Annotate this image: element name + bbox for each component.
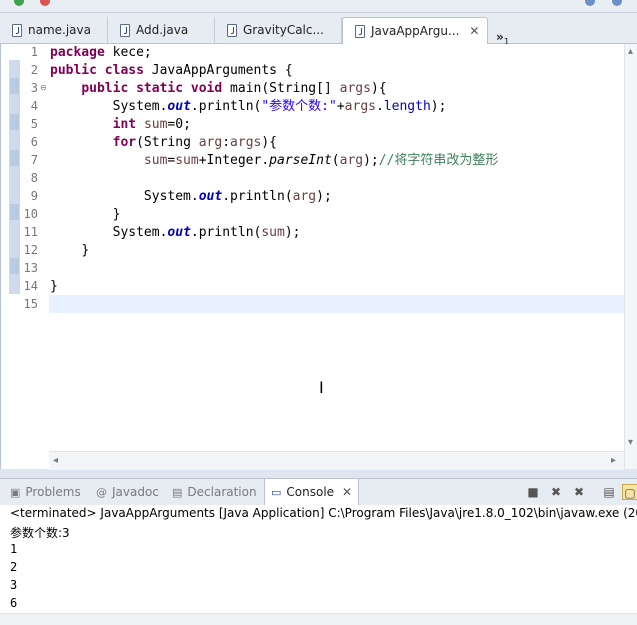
- tab-label: Problems: [25, 485, 81, 499]
- line-number: 13: [23, 261, 38, 275]
- tab-add-java[interactable]: Add.java: [108, 17, 215, 43]
- window-top-strip: [0, 0, 637, 13]
- ruler-marker: [10, 204, 19, 220]
- stop-icon[interactable]: ■: [525, 484, 541, 500]
- line-number: 9: [30, 189, 38, 203]
- code-line: for(String arg:args){: [112, 135, 278, 150]
- line-number: 12: [23, 243, 38, 257]
- scroll-left-icon[interactable]: ◂: [53, 455, 58, 466]
- close-icon[interactable]: ✕: [342, 485, 352, 499]
- code-line: package kece;: [50, 45, 152, 60]
- tab-label: GravityCalc...: [243, 23, 324, 37]
- line-number: 3: [30, 81, 38, 95]
- chevron-right-icon: »: [496, 30, 504, 44]
- code-line: public class JavaAppArguments {: [50, 63, 293, 78]
- close-icon[interactable]: ✕: [469, 24, 479, 38]
- ruler-marker: [10, 78, 19, 94]
- toolbar-icon[interactable]: [612, 0, 622, 6]
- tab-javadoc[interactable]: @ Javadoc: [96, 479, 159, 505]
- line-number: 2: [30, 63, 38, 77]
- tab-label: Console: [286, 485, 335, 499]
- tab-label: Add.java: [136, 23, 189, 37]
- tab-label: JavaAppArgu...: [371, 24, 460, 38]
- tab-label: Javadoc: [112, 485, 159, 499]
- editor-vertical-scrollbar[interactable]: ▴ ▾: [624, 44, 637, 469]
- toolbar-icon[interactable]: [585, 0, 595, 6]
- console-icon: ▭: [271, 485, 282, 499]
- code-line: System.out.println("参数个数:"+args.length);: [112, 99, 447, 114]
- console-header: <terminated> JavaAppArguments [Java Appl…: [10, 506, 637, 520]
- line-number: 15: [23, 297, 38, 311]
- at-icon: @: [96, 485, 107, 499]
- tab-name-java[interactable]: name.java: [0, 17, 108, 43]
- code-line: System.out.println(sum);: [112, 225, 301, 240]
- console-line: 参数个数:3: [10, 526, 70, 540]
- debug-icon[interactable]: [40, 0, 50, 6]
- tab-label: name.java: [28, 23, 91, 37]
- remove-all-terminated-icon[interactable]: ✖: [571, 484, 587, 500]
- line-number: 5: [30, 117, 38, 131]
- editor-horizontal-scrollbar[interactable]: ◂ ▸: [49, 451, 624, 470]
- clear-console-icon[interactable]: ▤: [601, 484, 617, 500]
- scroll-up-icon[interactable]: ▴: [628, 46, 633, 57]
- console-line: 2: [10, 560, 18, 574]
- code-line: }: [50, 279, 58, 294]
- scroll-right-icon[interactable]: ▸: [611, 455, 616, 466]
- line-number: 1: [30, 45, 38, 59]
- console-line: 6: [10, 596, 18, 610]
- code-line: System.out.println(arg);: [143, 189, 332, 204]
- line-number: 14: [23, 279, 38, 293]
- code-line: public static void main(String[] args){: [81, 81, 387, 96]
- line-number: 11: [23, 225, 38, 239]
- current-line-highlight: [49, 295, 624, 313]
- code-line: sum=sum+Integer.parseInt(arg);//将字符串改为整形: [143, 153, 499, 168]
- scroll-lock-icon[interactable]: ▢: [622, 484, 637, 500]
- console-output[interactable]: <terminated> JavaAppArguments [Java Appl…: [0, 505, 637, 625]
- declaration-icon: ▤: [172, 485, 183, 499]
- tab-problems[interactable]: ▣ Problems: [10, 479, 81, 505]
- ruler-marker: [10, 114, 19, 130]
- scroll-down-icon[interactable]: ▾: [628, 437, 633, 448]
- line-number: 7: [30, 153, 38, 167]
- code-editor[interactable]: 1 2 3 ⊖ 4 5 6 7 8 9 10 11 12 13 14 15 pa…: [0, 44, 637, 470]
- overview-ruler: [9, 60, 20, 294]
- console-line: 3: [10, 578, 18, 592]
- line-number: 6: [30, 135, 38, 149]
- code-line: int sum=0;: [112, 117, 191, 132]
- line-number: 10: [23, 207, 38, 221]
- tab-javaapparguments-java[interactable]: JavaAppArgu... ✕: [342, 17, 488, 44]
- code-line: }: [112, 207, 121, 222]
- tab-label: Declaration: [187, 485, 257, 499]
- java-file-icon: [227, 23, 237, 37]
- ruler-marker: [10, 150, 19, 166]
- code-line: }: [81, 243, 90, 258]
- line-number: 4: [30, 99, 38, 113]
- java-file-icon: [120, 23, 130, 37]
- java-file-icon: [355, 24, 365, 38]
- tab-console[interactable]: ▭ Console ✕: [264, 479, 360, 505]
- editor-tab-bar: name.java Add.java GravityCalc... JavaAp…: [0, 13, 637, 47]
- tab-declaration[interactable]: ▤ Declaration: [172, 479, 257, 505]
- line-number: 8: [30, 171, 38, 185]
- console-horizontal-scrollbar[interactable]: [0, 613, 637, 625]
- java-file-icon: [12, 23, 22, 37]
- problems-icon: ▣: [10, 485, 21, 499]
- tab-gravitycalc-java[interactable]: GravityCalc...: [215, 17, 342, 43]
- console-line: 1: [10, 542, 18, 556]
- ruler-marker: [10, 258, 19, 274]
- remove-launch-icon[interactable]: ✖: [548, 484, 564, 500]
- run-icon[interactable]: [14, 0, 24, 6]
- fold-collapse-icon[interactable]: ⊖: [40, 83, 47, 92]
- view-tab-bar: ▣ Problems @ Javadoc ▤ Declaration ▭ Console…: [0, 478, 637, 506]
- text-cursor-icon: I: [319, 378, 324, 397]
